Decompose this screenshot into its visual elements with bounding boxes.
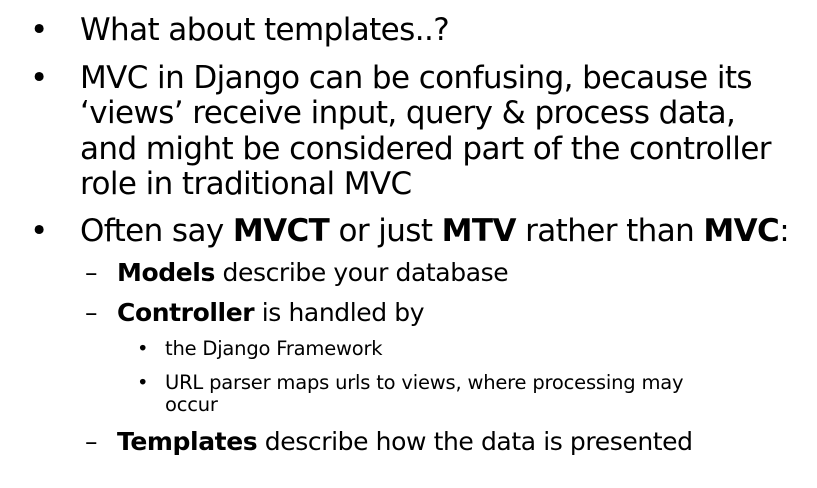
sub-sub-bullet-url-parser-cont: occur — [165, 394, 218, 416]
bullet-2-line-1: MVC in Django can be confusing, because … — [80, 60, 753, 96]
bullet-3-text-a: Often say — [80, 213, 233, 249]
models-text: describe your database — [214, 258, 509, 287]
sub-bullet-controller: – Controller is handled by — [85, 297, 425, 328]
bullet-2-line-3: and might be considered part of the cont… — [80, 131, 772, 167]
bullet-2: • MVC in Django can be confusing, becaus… — [30, 60, 753, 96]
sub-sub-bullet-framework: • the Django Framework — [137, 337, 383, 360]
bullet-3-mvct: MVCT — [232, 213, 330, 249]
dash-marker: – — [85, 427, 98, 456]
bullet-2-cont: ‘views’ receive input, query & process d… — [80, 95, 736, 131]
bullet-1: • What about templates..? — [30, 12, 450, 48]
slide: • What about templates..? • MVC in Djang… — [0, 0, 817, 488]
bullet-marker: • — [137, 337, 149, 360]
bullet-marker: • — [30, 12, 48, 48]
url-parser-line-2: occur — [165, 393, 218, 416]
framework-text: the Django Framework — [165, 337, 383, 360]
bullet-3-text-d: : — [779, 213, 790, 249]
bullet-2-line-4: role in traditional MVC — [80, 166, 412, 202]
dash-marker: – — [85, 298, 98, 327]
templates-term: Templates — [117, 427, 258, 456]
bullet-marker: • — [30, 60, 48, 96]
models-term: Models — [117, 258, 215, 287]
url-parser-line-1: URL parser maps urls to views, where pro… — [165, 371, 684, 394]
bullet-2-cont: and might be considered part of the cont… — [80, 131, 772, 167]
bullet-2-cont: role in traditional MVC — [80, 167, 412, 202]
sub-bullet-models: – Models describe your database — [85, 257, 509, 288]
bullet-3-text-b: or just — [329, 213, 442, 249]
dash-marker: – — [85, 258, 98, 287]
bullet-2-line-2: ‘views’ receive input, query & process d… — [80, 95, 736, 131]
controller-term: Controller — [117, 298, 255, 327]
bullet-3-text-c: rather than — [515, 213, 704, 249]
controller-text: is handled by — [254, 298, 425, 327]
sub-bullet-templates: – Templates describe how the data is pre… — [85, 426, 693, 457]
bullet-3-mvc: MVC — [703, 213, 780, 249]
bullet-1-text: What about templates..? — [80, 12, 450, 48]
bullet-3-mtv: MTV — [441, 213, 517, 249]
sub-sub-bullet-url-parser: • URL parser maps urls to views, where p… — [137, 371, 684, 394]
bullet-marker: • — [137, 371, 149, 394]
bullet-marker: • — [30, 213, 48, 249]
bullet-3: • Often say MVCT or just MTV rather than… — [30, 213, 790, 249]
templates-text: describe how the data is presented — [257, 427, 693, 456]
